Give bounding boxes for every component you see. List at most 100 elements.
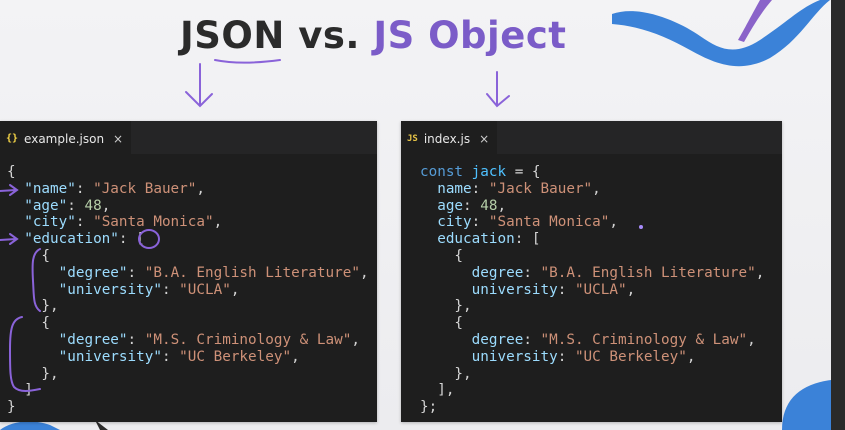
code-token: "M.S. Criminology & Law" bbox=[144, 331, 352, 348]
code-line: "university": "UC Berkeley", bbox=[7, 349, 369, 366]
code-area[interactable]: const jack = { name: "Jack Bauer", age: … bbox=[420, 164, 764, 416]
code-token: { bbox=[7, 247, 51, 264]
code-token: "UCLA" bbox=[179, 281, 231, 298]
code-token: "age" bbox=[24, 197, 68, 214]
code-token: , bbox=[686, 348, 696, 365]
code-line: ], bbox=[420, 382, 764, 399]
code-token: : bbox=[161, 281, 180, 298]
title-js-object: JS Object bbox=[373, 14, 567, 57]
json-file-icon: {} bbox=[6, 133, 19, 144]
code-line: "degree": "M.S. Criminology & Law", bbox=[7, 332, 369, 349]
code-line: }; bbox=[420, 399, 764, 416]
code-token: , bbox=[101, 197, 111, 214]
code-token: : bbox=[523, 264, 541, 281]
code-token: city bbox=[437, 214, 472, 231]
blue-swoosh-shape bbox=[612, 0, 830, 67]
blue-corner-shape bbox=[782, 380, 831, 430]
code-token: , bbox=[755, 264, 765, 281]
code-line: "name": "Jack Bauer", bbox=[7, 181, 369, 198]
code-token: "UCLA" bbox=[574, 281, 627, 298]
tab-index-js[interactable]: JS index.js × bbox=[401, 121, 498, 155]
code-token: }, bbox=[420, 365, 472, 382]
tab-label: example.json bbox=[24, 131, 105, 146]
code-token: 48 bbox=[84, 197, 102, 214]
code-token: degree bbox=[471, 264, 524, 281]
code-token: }, bbox=[420, 298, 472, 315]
code-token: "city" bbox=[24, 214, 76, 231]
code-token: : bbox=[523, 331, 541, 348]
code-token: , bbox=[359, 264, 369, 281]
code-line: { bbox=[420, 315, 764, 332]
js-file-icon: JS bbox=[407, 133, 418, 144]
code-token: : bbox=[75, 180, 94, 197]
code-token: "Santa Monica" bbox=[488, 214, 610, 231]
code-token: : bbox=[471, 180, 489, 197]
code-token: "education" bbox=[24, 231, 119, 248]
code-token: age bbox=[437, 197, 464, 214]
code-line: ] bbox=[7, 382, 369, 399]
code-token: : bbox=[127, 331, 145, 348]
code-line: "degree": "B.A. English Literature", bbox=[7, 265, 369, 282]
title-vs: vs. bbox=[284, 14, 374, 57]
code-token: { bbox=[7, 164, 16, 180]
right-edge-bar bbox=[831, 0, 845, 430]
code-token: "UC Berkeley" bbox=[179, 348, 292, 365]
code-token: "Jack Bauer" bbox=[488, 180, 593, 197]
purple-swoosh-shape bbox=[738, 0, 772, 42]
code-line: "age": 48, bbox=[7, 198, 369, 215]
down-arrow-jsobject-icon bbox=[486, 71, 510, 108]
code-line: { bbox=[7, 315, 369, 332]
tab-bar: {} example.json × bbox=[0, 121, 377, 155]
code-token: , bbox=[626, 281, 636, 298]
code-line: "university": "UCLA", bbox=[7, 282, 369, 299]
code-line: { bbox=[7, 164, 369, 181]
close-icon[interactable]: × bbox=[479, 132, 489, 146]
code-token: "name" bbox=[24, 180, 76, 197]
code-token: : bbox=[67, 197, 85, 214]
code-token: const bbox=[420, 164, 464, 180]
code-line: } bbox=[7, 399, 369, 416]
code-line: name: "Jack Bauer", bbox=[420, 181, 764, 198]
code-token: { bbox=[420, 315, 464, 332]
code-line: degree: "B.A. English Literature", bbox=[420, 264, 765, 282]
tab-bar: JS index.js × bbox=[401, 121, 782, 155]
code-token: }, bbox=[7, 365, 59, 382]
code-token: : bbox=[557, 348, 575, 365]
code-token: university bbox=[471, 281, 558, 298]
code-area[interactable]: { "name": "Jack Bauer", "age": 48, "city… bbox=[7, 164, 369, 416]
blue-bottom-shape bbox=[0, 421, 60, 430]
page-title: JSON vs. JS Object bbox=[180, 14, 566, 64]
close-icon[interactable]: × bbox=[113, 132, 123, 146]
code-token: education bbox=[437, 231, 515, 248]
code-token: : bbox=[463, 197, 481, 214]
code-line: "education": [ bbox=[7, 231, 369, 248]
code-line: degree: "M.S. Criminology & Law", bbox=[420, 332, 764, 349]
code-line: university: "UCLA", bbox=[420, 282, 764, 299]
tab-example-json[interactable]: {} example.json × bbox=[0, 121, 132, 155]
code-token: "Santa Monica" bbox=[93, 214, 214, 231]
code-token: "degree" bbox=[58, 331, 128, 348]
code-token: name bbox=[437, 180, 472, 197]
code-token: , bbox=[230, 281, 240, 298]
js-editor-panel: JS index.js × const jack = { name: "Jack… bbox=[401, 121, 782, 422]
code-token: : [ bbox=[118, 231, 145, 248]
code-line: { bbox=[7, 248, 369, 265]
code-token: }; bbox=[420, 399, 438, 416]
code-line: }, bbox=[7, 366, 369, 383]
code-token: } bbox=[7, 399, 16, 416]
code-token: degree bbox=[471, 331, 524, 348]
down-arrow-json-icon bbox=[185, 63, 213, 108]
